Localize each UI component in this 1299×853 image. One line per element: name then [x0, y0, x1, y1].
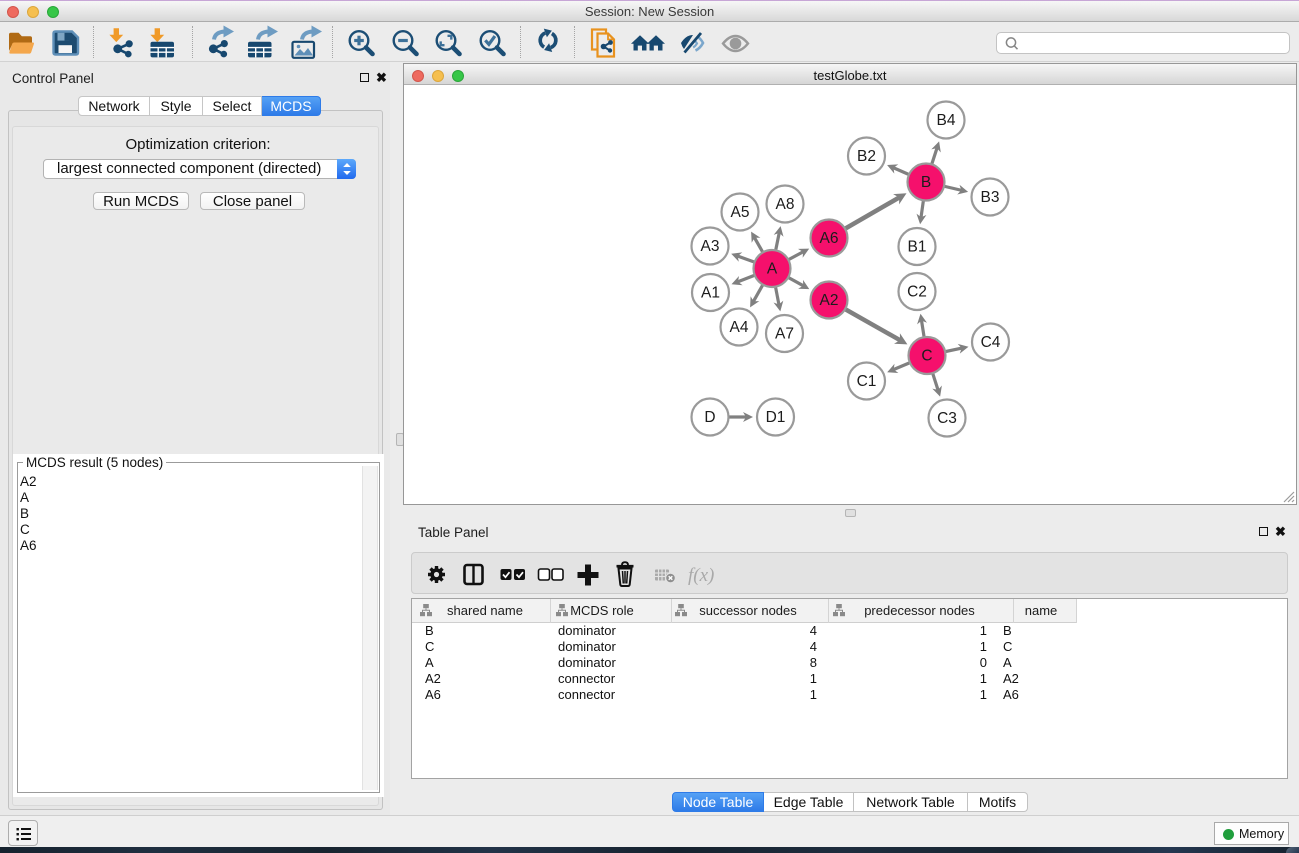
svg-text:A5: A5 [731, 204, 750, 221]
svg-text:A3: A3 [701, 238, 720, 255]
svg-text:B2: B2 [857, 148, 876, 165]
svg-text:B1: B1 [908, 239, 927, 256]
svg-text:D1: D1 [766, 409, 786, 426]
svg-text:A8: A8 [776, 196, 795, 213]
svg-text:C: C [921, 348, 932, 365]
svg-text:A7: A7 [775, 326, 794, 343]
svg-text:A1: A1 [701, 285, 720, 302]
svg-text:D: D [704, 409, 715, 426]
svg-text:C2: C2 [907, 284, 927, 301]
svg-text:A4: A4 [730, 319, 749, 336]
svg-text:C3: C3 [937, 410, 957, 427]
svg-text:C1: C1 [857, 373, 877, 390]
svg-text:A2: A2 [820, 292, 839, 309]
svg-text:f(x): f(x) [688, 565, 714, 586]
svg-text:A6: A6 [820, 230, 839, 247]
svg-text:C4: C4 [981, 334, 1001, 351]
svg-text:B: B [921, 174, 931, 191]
svg-text:A: A [767, 261, 778, 278]
svg-text:B3: B3 [981, 189, 1000, 206]
svg-text:B4: B4 [937, 112, 956, 129]
